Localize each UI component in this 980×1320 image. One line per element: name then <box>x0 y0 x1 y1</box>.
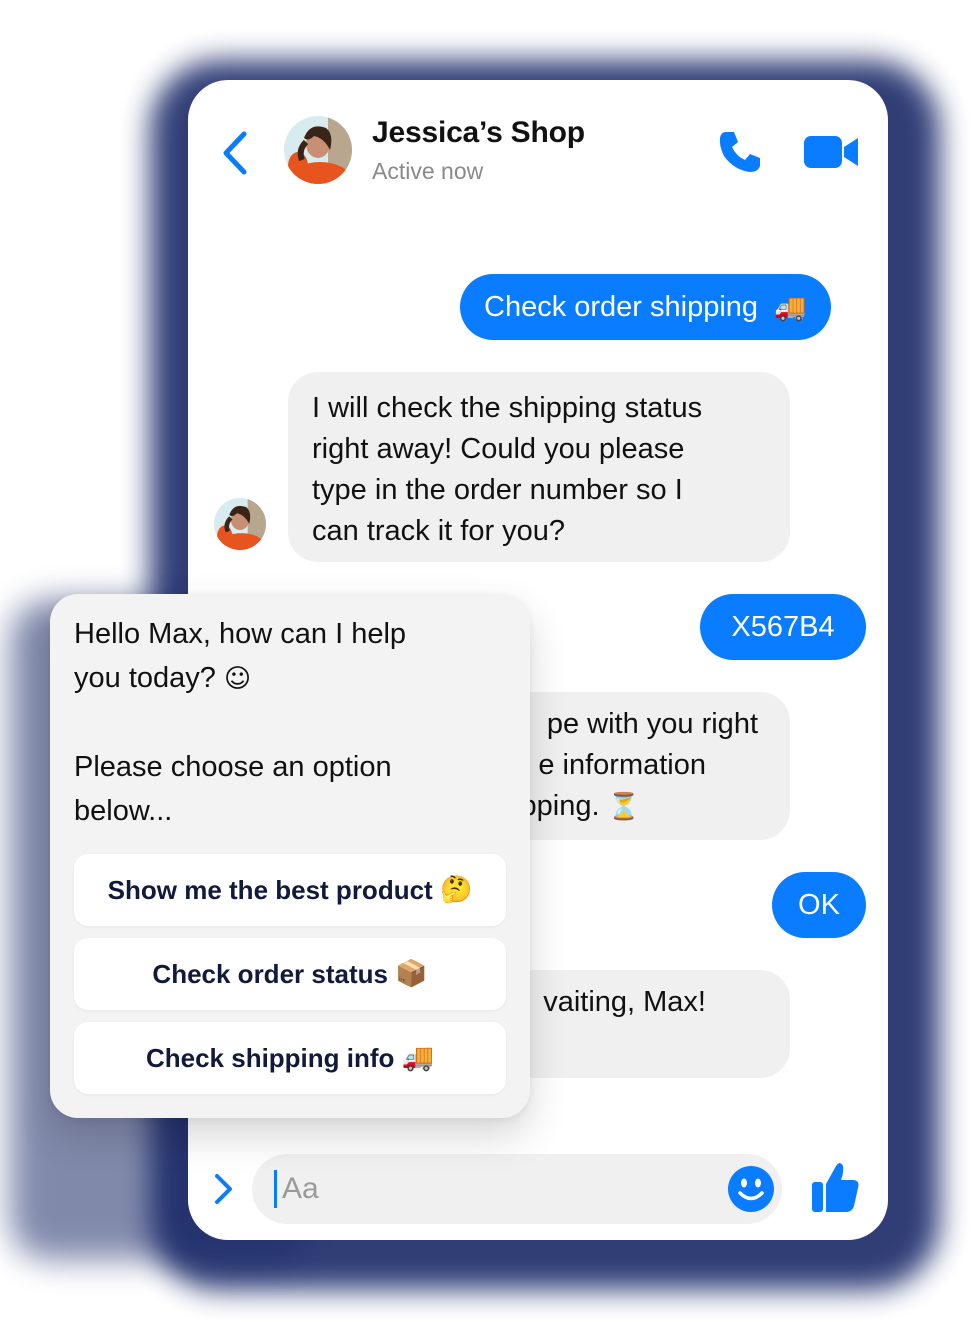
shop-message: I will check the shipping status right a… <box>288 372 790 562</box>
option-best-product-button[interactable]: Show me the best product 🤔 <box>74 854 506 926</box>
text-caret <box>274 1170 277 1208</box>
thinking-emoji: 🤔 <box>439 875 473 905</box>
truck-emoji: 🚚 <box>401 1043 435 1073</box>
active-status: Active now <box>372 158 484 184</box>
smiley-icon[interactable] <box>726 1164 776 1214</box>
smile-emoji: ☺ <box>223 664 252 694</box>
video-camera-icon[interactable] <box>804 134 860 170</box>
quick-reply-card: Hello Max, how can I help you today? ☺ P… <box>50 594 530 1118</box>
user-message: Check order shipping 🚚 <box>460 274 831 340</box>
option-shipping-info-button[interactable]: Check shipping info 🚚 <box>74 1022 506 1094</box>
chevron-right-icon[interactable] <box>212 1172 236 1206</box>
hourglass-emoji: ⏳ <box>607 792 640 822</box>
truck-emoji: 🚚 <box>774 293 807 323</box>
back-icon[interactable] <box>218 130 252 176</box>
option-order-status-button[interactable]: Check order status 📦 <box>74 938 506 1010</box>
phone-icon[interactable] <box>716 128 764 176</box>
message-input[interactable] <box>282 1168 682 1210</box>
shop-name: Jessica’s Shop <box>372 116 585 149</box>
message-composer <box>252 1154 782 1224</box>
user-message: OK <box>772 872 866 938</box>
shop-avatar-small <box>214 498 266 550</box>
shop-avatar[interactable] <box>284 116 352 184</box>
greeting-message: Hello Max, how can I help you today? ☺ P… <box>74 618 407 827</box>
package-emoji: 📦 <box>395 959 428 989</box>
user-message: X567B4 <box>700 594 866 660</box>
thumbs-up-icon[interactable] <box>810 1160 860 1214</box>
